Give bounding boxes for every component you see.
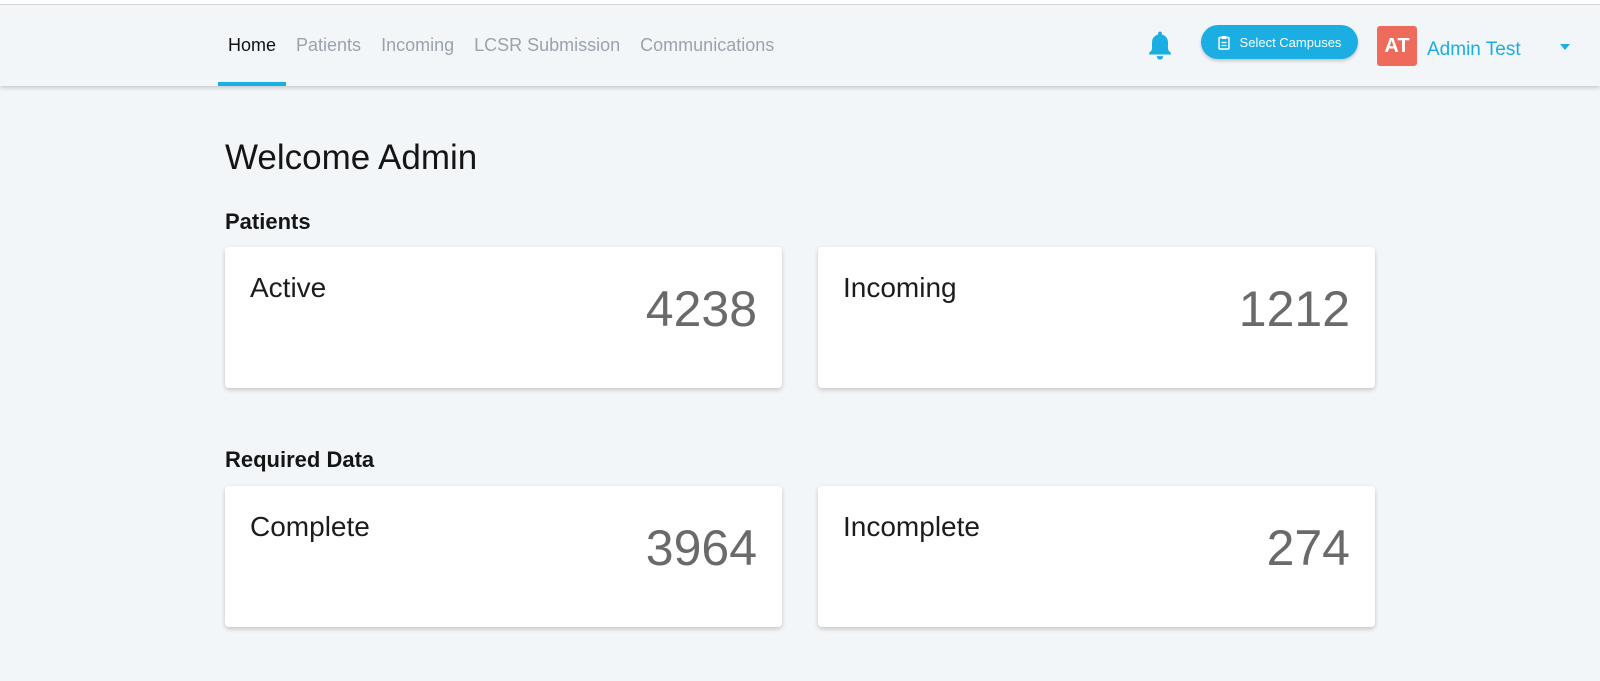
stat-value: 274 <box>1266 520 1350 576</box>
nav-tabs: Home Patients Incoming LCSR Submission C… <box>218 5 784 86</box>
stat-card-complete[interactable]: Complete 3964 <box>225 486 782 627</box>
stat-label: Active <box>250 272 327 303</box>
stat-value: 3964 <box>645 520 757 576</box>
select-campuses-button[interactable]: Select Campuses <box>1201 25 1358 59</box>
tab-home[interactable]: Home <box>218 5 287 86</box>
tab-lcsr-submission[interactable]: LCSR Submission <box>464 5 630 86</box>
bell-icon[interactable] <box>1147 30 1173 62</box>
stat-value: 4238 <box>645 281 757 337</box>
stat-label: Incoming <box>843 272 957 303</box>
tab-incoming[interactable]: Incoming <box>371 5 464 86</box>
avatar[interactable]: AT <box>1377 26 1417 66</box>
select-campuses-label: Select Campuses <box>1239 34 1342 50</box>
section-title-patients: Patients <box>225 209 311 234</box>
user-name[interactable]: Admin Test <box>1427 39 1521 61</box>
stat-card-incoming[interactable]: Incoming 1212 <box>818 247 1375 388</box>
stat-value: 1212 <box>1238 281 1350 337</box>
stat-card-incomplete[interactable]: Incomplete 274 <box>818 486 1375 627</box>
stat-label: Incomplete <box>843 511 980 542</box>
section-title-required-data: Required Data <box>225 447 375 472</box>
clipboard-icon <box>1217 35 1230 50</box>
caret-down-icon[interactable] <box>1560 44 1570 50</box>
page-title: Welcome Admin <box>225 138 478 177</box>
stat-label: Complete <box>250 511 370 542</box>
top-navbar: Home Patients Incoming LCSR Submission C… <box>0 5 1600 86</box>
stat-card-active[interactable]: Active 4238 <box>225 247 782 388</box>
tab-patients[interactable]: Patients <box>286 5 371 86</box>
tab-communications[interactable]: Communications <box>630 5 784 86</box>
